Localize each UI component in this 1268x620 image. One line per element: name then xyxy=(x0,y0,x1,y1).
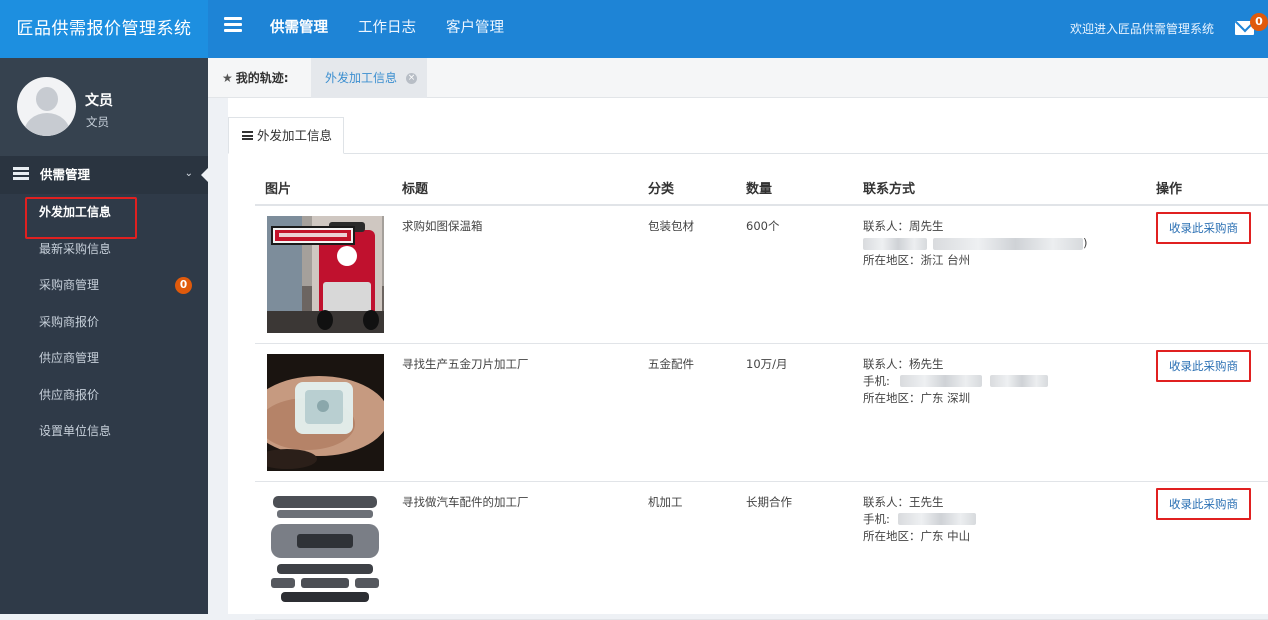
top-bar: 供需管理 工作日志 客户管理 欢迎进入匠品供需管理系统 0 xyxy=(208,0,1268,58)
contact-region: 所在地区：广东 深圳 xyxy=(863,390,971,405)
sidebar-item-label: 供应商报价 xyxy=(39,387,100,402)
tab-label: 外发加工信息 xyxy=(257,128,333,143)
blurred-phone xyxy=(933,237,1083,250)
sidebar-item-supplier-management[interactable]: 供应商管理 xyxy=(0,340,208,377)
sidebar-item-unit-settings[interactable]: 设置单位信息 xyxy=(0,413,208,450)
star-icon: ★ xyxy=(222,71,233,85)
breadcrumb: ★ 我的轨迹: 外发加工信息 × xyxy=(208,58,1268,98)
user-name: 文员 xyxy=(85,93,113,109)
breadcrumb-title: ★ 我的轨迹: xyxy=(222,71,289,85)
sidebar-item-label: 采购商管理 xyxy=(39,278,100,292)
row-quantity: 600个 xyxy=(736,205,853,344)
col-header-quantity: 数量 xyxy=(736,171,853,206)
product-image[interactable] xyxy=(267,491,384,609)
product-image[interactable] xyxy=(267,353,384,471)
contact-phone: ) xyxy=(863,235,1146,252)
mail-count-badge: 0 xyxy=(1250,13,1268,31)
sidebar-item-buyer-quotes[interactable]: 采购商报价 xyxy=(0,304,208,341)
table-header-row: 图片 标题 分类 数量 联系方式 操作 xyxy=(255,171,1268,206)
contact-name: 联系人：王先生 xyxy=(863,494,944,509)
row-category: 包装包材 xyxy=(638,205,736,344)
breadcrumb-tab[interactable]: 外发加工信息 × xyxy=(311,58,427,98)
contact-region: 所在地区：浙江 台州 xyxy=(863,253,971,267)
row-contact: 联系人：杨先生 手机: 所在地区：广东 深圳 xyxy=(853,343,1146,482)
tab-divider xyxy=(228,153,1268,154)
sidebar-item-outsourcing-info[interactable]: 外发加工信息 xyxy=(0,194,208,231)
table-row: 寻找生产五金刀片加工厂 五金配件 10万/月 联系人：杨先生 手机: 所在地区：… xyxy=(255,343,1268,482)
chevron-down-icon: ⌄ xyxy=(184,168,193,179)
sidebar-group-supply-demand[interactable]: 供需管理 ⌄ xyxy=(0,156,208,194)
metal-blade-image xyxy=(267,353,384,471)
welcome-text: 欢迎进入匠品供需管理系统 xyxy=(1069,22,1214,36)
add-buyer-button[interactable]: 收录此采购商 xyxy=(1156,212,1251,244)
tab-outsourcing-info[interactable]: 外发加工信息 xyxy=(228,117,344,154)
nav-customer-management[interactable]: 客户管理 xyxy=(446,0,504,58)
blurred-phone xyxy=(863,237,927,250)
add-buyer-button[interactable]: 收录此采购商 xyxy=(1156,487,1251,520)
user-role: 文员 xyxy=(86,115,109,129)
row-quantity: 10万/月 xyxy=(736,343,853,482)
cooler-bag-image xyxy=(267,216,384,333)
sidebar-item-label: 最新采购信息 xyxy=(39,241,112,256)
close-icon[interactable]: × xyxy=(406,73,417,84)
content-panel: 外发加工信息 图片 标题 分类 数量 联系方式 操作 求购如图保温箱 包装包材 … xyxy=(228,98,1268,620)
row-title: 寻找生产五金刀片加工厂 xyxy=(392,343,638,482)
app-title: 匠品供需报价管理系统 xyxy=(0,0,208,58)
col-header-category: 分类 xyxy=(638,171,736,206)
nav-work-log[interactable]: 工作日志 xyxy=(358,0,416,58)
list-icon xyxy=(242,131,253,140)
row-category: 机加工 xyxy=(638,481,736,620)
blurred-phone xyxy=(897,513,976,525)
sidebar-item-latest-purchase[interactable]: 最新采购信息 xyxy=(0,231,208,268)
row-title: 求购如图保温箱 xyxy=(392,205,638,344)
sidebar-item-label: 设置单位信息 xyxy=(39,424,112,438)
menu-toggle-icon[interactable] xyxy=(224,17,242,33)
top-nav: 供需管理 工作日志 客户管理 xyxy=(270,0,504,58)
sidebar: 文员 文员 供需管理 ⌄ 外发加工信息 最新采购信息 采购商管理 0 采购商报价 … xyxy=(0,58,208,614)
sidebar-item-label: 采购商报价 xyxy=(39,314,100,329)
nav-supply-demand[interactable]: 供需管理 xyxy=(270,0,328,58)
row-contact: 联系人：王先生 手机: 所在地区：广东 中山 xyxy=(853,481,1146,620)
sidebar-submenu: 外发加工信息 最新采购信息 采购商管理 0 采购商报价 供应商管理 供应商报价 设… xyxy=(0,194,208,450)
table-row: 求购如图保温箱 包装包材 600个 联系人：周先生 ) 所在地区：浙江 台州 收… xyxy=(255,205,1268,344)
row-quantity: 长期合作 xyxy=(736,481,853,620)
avatar xyxy=(17,77,76,136)
outsourcing-table: 图片 标题 分类 数量 联系方式 操作 求购如图保温箱 包装包材 600个 联系… xyxy=(255,171,1268,620)
server-icon xyxy=(13,167,29,180)
sidebar-group-label: 供需管理 xyxy=(40,167,91,182)
add-buyer-button[interactable]: 收录此采购商 xyxy=(1156,349,1251,382)
contact-region: 所在地区：广东 中山 xyxy=(863,528,971,543)
product-image[interactable] xyxy=(267,216,384,333)
col-header-action: 操作 xyxy=(1146,171,1268,206)
active-pointer xyxy=(201,168,208,182)
contact-name: 联系人：周先生 xyxy=(863,219,944,233)
breadcrumb-tab-label: 外发加工信息 xyxy=(325,71,398,85)
sidebar-item-supplier-quotes[interactable]: 供应商报价 xyxy=(0,377,208,414)
contact-phone: 手机: xyxy=(863,373,1146,390)
col-header-image: 图片 xyxy=(255,171,392,206)
col-header-contact: 联系方式 xyxy=(853,171,1146,206)
sidebar-item-label: 供应商管理 xyxy=(39,351,100,365)
row-category: 五金配件 xyxy=(638,343,736,482)
car-bumper-image xyxy=(267,491,384,609)
row-title: 寻找做汽车配件的加工厂 xyxy=(392,481,638,620)
user-panel: 文员 文员 xyxy=(0,58,208,156)
blurred-phone xyxy=(989,375,1048,387)
blurred-phone xyxy=(899,375,982,387)
contact-phone: 手机: xyxy=(863,511,1146,528)
table-row: 寻找做汽车配件的加工厂 机加工 长期合作 联系人：王先生 手机: 所在地区：广东… xyxy=(255,481,1268,620)
sidebar-item-label: 外发加工信息 xyxy=(39,205,112,219)
col-header-title: 标题 xyxy=(392,171,638,206)
contact-name: 联系人：杨先生 xyxy=(863,356,944,371)
buyer-count-badge: 0 xyxy=(175,277,192,294)
sidebar-item-buyer-management[interactable]: 采购商管理 0 xyxy=(0,267,208,304)
row-contact: 联系人：周先生 ) 所在地区：浙江 台州 xyxy=(853,205,1146,344)
